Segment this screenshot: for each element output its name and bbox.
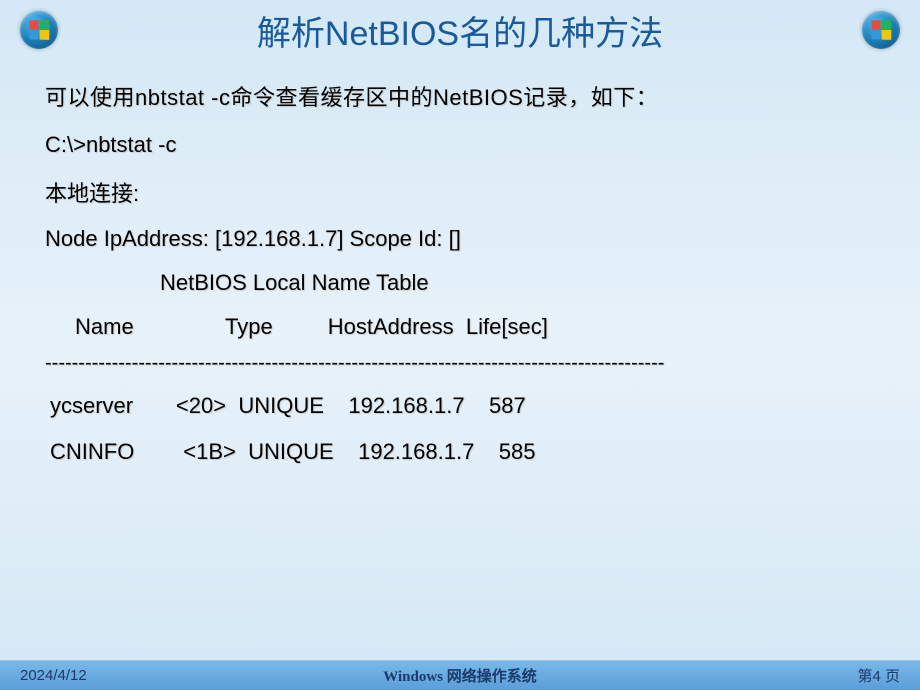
row-code: <20> xyxy=(176,393,226,418)
table-header-row: Name Type HostAddress Life[sec] xyxy=(75,314,875,340)
col-life: Life[sec] xyxy=(466,314,548,339)
slide-footer: 2024/4/12 Windows 网络操作系统 第4 页 xyxy=(0,660,920,690)
col-host: HostAddress xyxy=(328,314,454,339)
footer-date: 2024/4/12 xyxy=(20,667,87,684)
table-row: CNINFO <1B> UNIQUE 192.168.1.7 585 xyxy=(50,439,875,465)
row-code: <1B> xyxy=(183,439,236,464)
row-host: 192.168.1.7 xyxy=(358,439,474,464)
row-life: 587 xyxy=(489,393,526,418)
col-name: Name xyxy=(75,314,134,339)
slide-content: 可以使用nbtstat -c命令查看缓存区中的NetBIOS记录，如下： C:\… xyxy=(0,60,920,505)
windows-logo-icon xyxy=(20,11,58,49)
connection-text: 本地连接: xyxy=(45,176,875,208)
row-name: ycserver xyxy=(50,393,133,418)
slide-header: 解析NetBIOS名的几种方法 xyxy=(0,0,920,60)
windows-logo-icon xyxy=(862,11,900,49)
row-host: 192.168.1.7 xyxy=(348,393,464,418)
intro-text: 可以使用nbtstat -c命令查看缓存区中的NetBIOS记录，如下： xyxy=(45,80,875,112)
footer-page: 第4 页 xyxy=(857,665,900,686)
row-type: UNIQUE xyxy=(248,439,334,464)
node-info-text: Node IpAddress: [192.168.1.7] Scope Id: … xyxy=(45,226,875,252)
table-divider: ----------------------------------------… xyxy=(45,352,875,375)
row-life: 585 xyxy=(499,439,536,464)
footer-title: Windows 网络操作系统 xyxy=(383,665,537,686)
row-type: UNIQUE xyxy=(238,393,324,418)
table-title-text: NetBIOS Local Name Table xyxy=(160,270,875,296)
col-type: Type xyxy=(225,314,273,339)
row-name: CNINFO xyxy=(50,439,134,464)
command-text: C:\>nbtstat -c xyxy=(45,132,875,158)
slide-title: 解析NetBIOS名的几种方法 xyxy=(58,6,862,55)
table-row: ycserver <20> UNIQUE 192.168.1.7 587 xyxy=(50,393,875,419)
